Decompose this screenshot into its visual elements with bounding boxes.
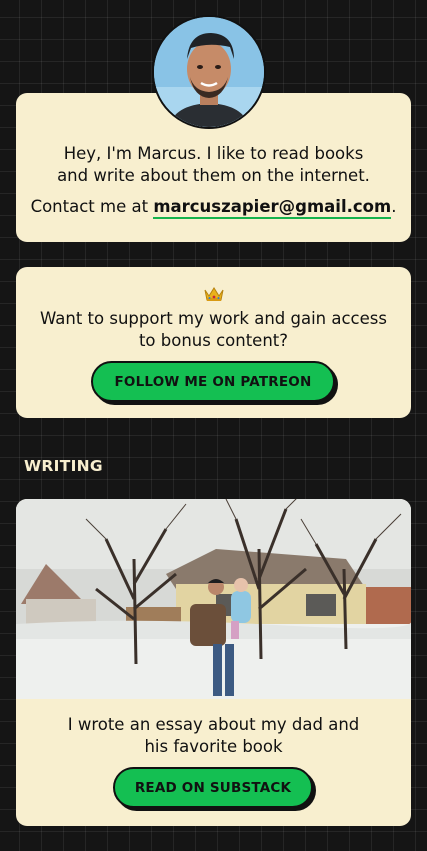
substack-button[interactable]: READ ON SUBSTACK — [113, 767, 313, 808]
avatar — [152, 15, 266, 129]
essay-photo — [16, 499, 411, 699]
essay-card: I wrote an essay about my dad and his fa… — [16, 499, 411, 826]
contact-suffix: . — [391, 197, 397, 216]
bio-text: Hey, I'm Marcus. I like to read books an… — [57, 144, 370, 185]
crown-icon — [16, 286, 411, 307]
essay-text: I wrote an essay about my dad and his fa… — [67, 715, 360, 756]
avatar-image — [154, 17, 264, 127]
patreon-button[interactable]: FOLLOW ME ON PATREON — [91, 361, 335, 402]
email-link[interactable]: marcuszapier@gmail.com — [153, 197, 392, 219]
contact-prefix: Contact me at — [30, 197, 154, 216]
support-card: Want to support my work and gain access … — [16, 267, 411, 418]
writing-heading: WRITING — [24, 457, 103, 475]
contact-line: Contact me at marcuszapier@gmail.com. — [16, 196, 411, 219]
support-text: Want to support my work and gain access … — [40, 309, 387, 350]
